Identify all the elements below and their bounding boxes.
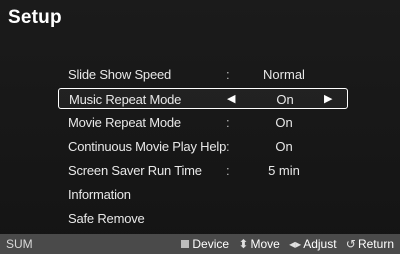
setup-screen: Setup Slide Show Speed : Normal Music Re… <box>0 0 400 254</box>
menu-item-label: Safe Remove <box>68 211 145 226</box>
hint-label: Device <box>192 237 230 251</box>
left-arrow-icon[interactable]: ◀ <box>227 92 235 105</box>
menu-item-music-repeat-mode[interactable]: Music Repeat Mode ◀ On ▶ <box>58 88 348 109</box>
menu-item-label: Music Repeat Mode <box>69 92 182 107</box>
footer-hints: Device ⬍ Move ◂▸ Adjust ↺ Return <box>175 237 394 251</box>
menu-item-value: 5 min <box>268 163 300 178</box>
page-title: Setup <box>8 7 62 28</box>
square-icon <box>181 240 190 248</box>
right-arrow-icon[interactable]: ▶ <box>324 92 332 105</box>
menu-item-label: Screen Saver Run Time <box>68 163 202 178</box>
menu-item-information[interactable]: Information <box>58 184 348 205</box>
hint-device[interactable]: Device <box>181 237 229 251</box>
menu-item-label: Movie Repeat Mode <box>68 115 181 130</box>
menu-item-value: Normal <box>263 67 305 82</box>
menu-item-colon: : <box>226 163 230 178</box>
menu-item-label: Information <box>68 187 131 202</box>
menu-item-slide-show-speed[interactable]: Slide Show Speed : Normal <box>58 64 348 85</box>
menu-item-safe-remove[interactable]: Safe Remove <box>58 208 348 229</box>
menu-item-label: Continuous Movie Play Help <box>68 139 227 154</box>
menu-item-continuous-movie-play-help[interactable]: Continuous Movie Play Help : On <box>58 136 348 157</box>
leftright-arrows-icon: ◂▸ <box>289 237 302 251</box>
return-icon: ↺ <box>345 237 356 251</box>
hint-adjust[interactable]: ◂▸ Adjust <box>289 237 336 251</box>
updown-arrows-icon: ⬍ <box>238 237 249 251</box>
hint-label: Move <box>250 237 280 251</box>
menu-item-movie-repeat-mode[interactable]: Movie Repeat Mode : On <box>58 112 348 133</box>
hint-label: Adjust <box>303 237 337 251</box>
menu-item-value: On <box>276 92 294 107</box>
hint-label: Return <box>357 237 394 251</box>
hint-return[interactable]: ↺ Return <box>346 237 394 251</box>
footer-bar: SUM Device ⬍ Move ◂▸ Adjust ↺ Return <box>0 234 400 254</box>
menu-item-label: Slide Show Speed <box>68 67 172 82</box>
source-label: SUM <box>6 237 33 251</box>
menu-item-value: On <box>275 139 293 154</box>
menu-item-colon: : <box>226 115 230 130</box>
menu-item-value: On <box>275 115 293 130</box>
menu-item-colon: : <box>226 67 230 82</box>
menu-item-colon: : <box>226 139 230 154</box>
hint-move[interactable]: ⬍ Move <box>238 237 279 251</box>
menu-item-screen-saver-run-time[interactable]: Screen Saver Run Time : 5 min <box>58 160 348 181</box>
